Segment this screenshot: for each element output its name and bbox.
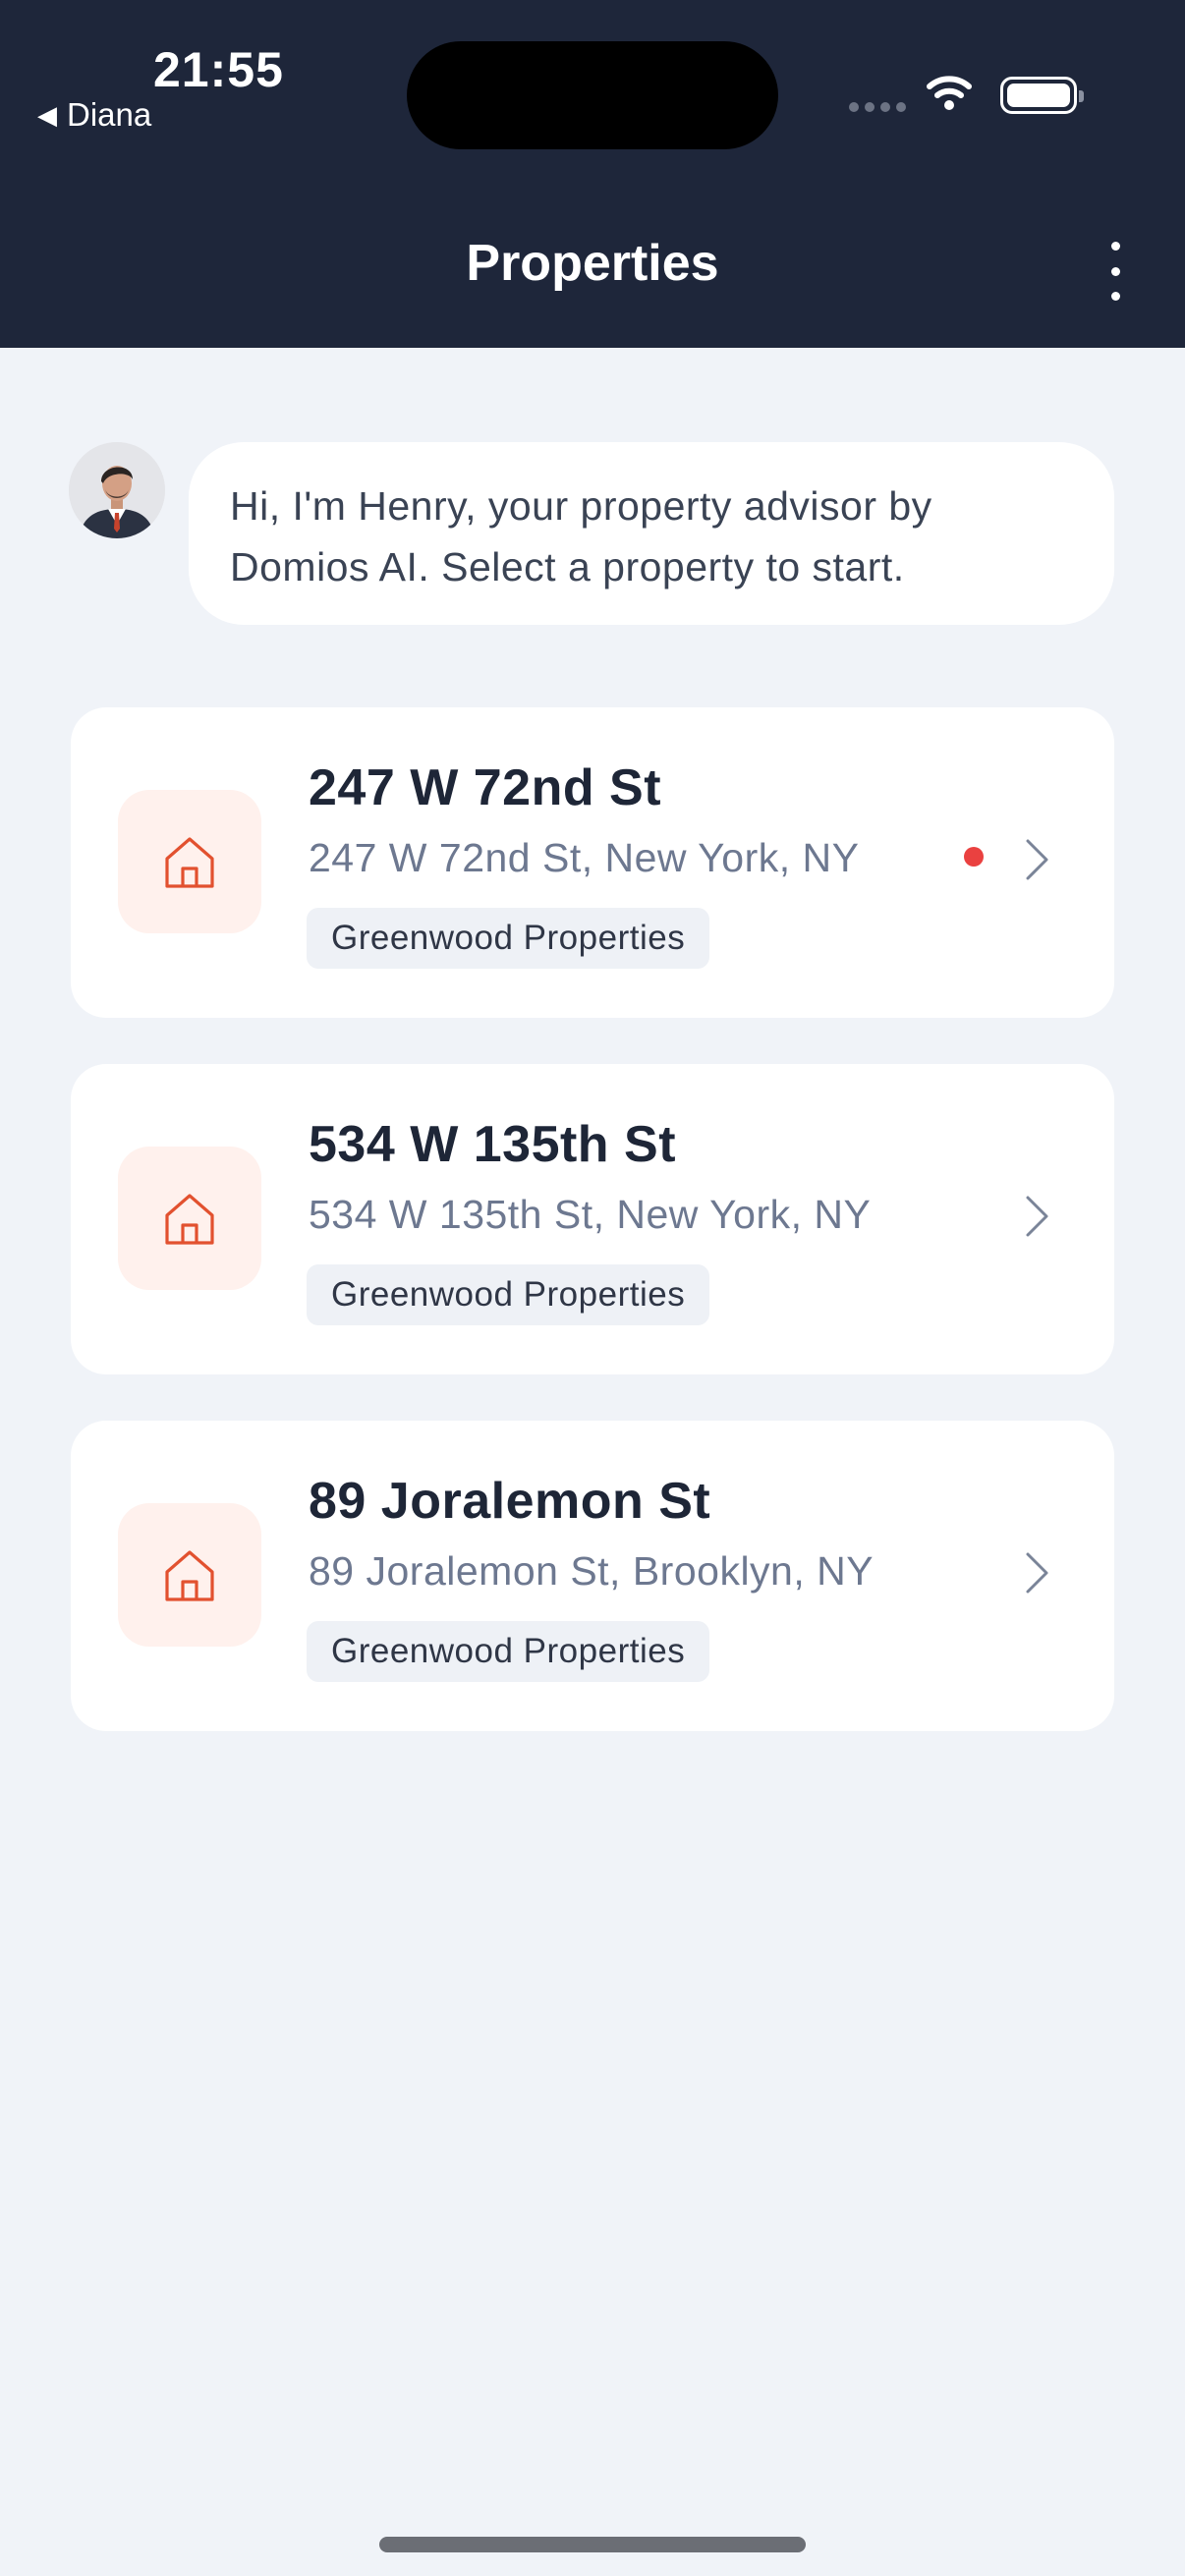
status-time: 21:55 [153, 42, 284, 97]
more-vertical-icon [1110, 242, 1120, 251]
back-triangle-icon: ◀ [37, 99, 57, 130]
battery-icon [1000, 77, 1084, 114]
company-badge: Greenwood Properties [307, 1264, 710, 1325]
page-title: Properties [466, 235, 719, 292]
property-name: 247 W 72nd St [309, 759, 662, 816]
more-menu-button[interactable] [1099, 242, 1132, 301]
property-address: 534 W 135th St, New York, NY [309, 1192, 872, 1237]
property-icon-box [118, 790, 261, 933]
property-address: 247 W 72nd St, New York, NY [309, 835, 860, 880]
property-address: 89 Joralemon St, Brooklyn, NY [309, 1548, 875, 1594]
wifi-icon [927, 76, 972, 110]
home-indicator[interactable] [379, 2537, 806, 2552]
house-icon [165, 1550, 214, 1601]
property-name: 89 Joralemon St [309, 1473, 711, 1530]
property-icon-box [118, 1147, 261, 1290]
back-to-app-button[interactable]: ◀ Diana [37, 96, 151, 134]
property-name: 534 W 135th St [309, 1116, 677, 1173]
cellular-signal-icon [849, 102, 906, 112]
chevron-right-icon [1026, 839, 1048, 880]
advisor-message-bubble: Hi, I'm Henry, your property advisor by … [189, 442, 1114, 625]
property-card[interactable]: 247 W 72nd St 247 W 72nd St, New York, N… [71, 707, 1114, 1018]
chevron-right-icon [1026, 1552, 1048, 1594]
company-badge: Greenwood Properties [307, 908, 710, 969]
property-card[interactable]: 89 Joralemon St 89 Joralemon St, Brookly… [71, 1421, 1114, 1731]
property-card[interactable]: 534 W 135th St 534 W 135th St, New York,… [71, 1064, 1114, 1374]
house-icon [165, 837, 214, 888]
unread-indicator [964, 847, 984, 867]
app-header: 21:55 ◀ Diana Properties [0, 0, 1185, 348]
chevron-right-icon [1026, 1196, 1048, 1237]
company-badge: Greenwood Properties [307, 1621, 710, 1682]
dynamic-island [407, 41, 778, 149]
house-icon [165, 1194, 214, 1245]
advisor-avatar [69, 442, 165, 538]
property-icon-box [118, 1503, 261, 1647]
back-app-label: Diana [67, 96, 152, 133]
